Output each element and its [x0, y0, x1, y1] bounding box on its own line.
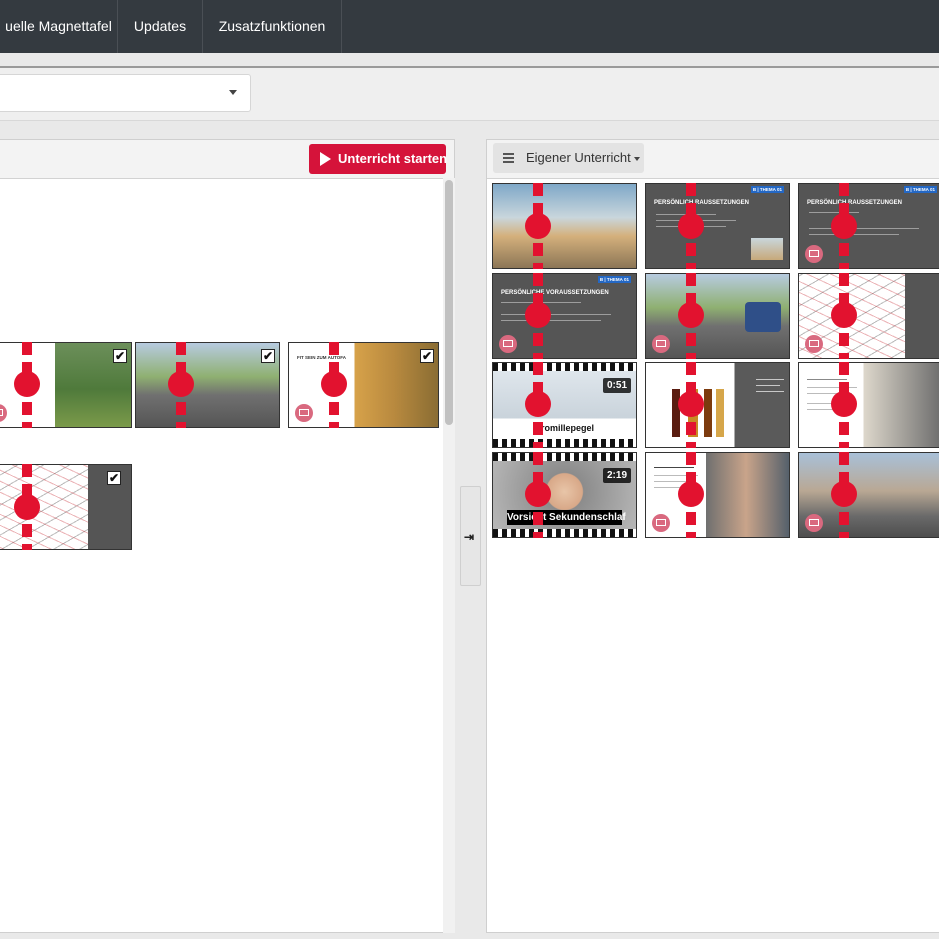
tile-checkbox[interactable]: ✔: [113, 349, 127, 363]
slide-title: PERSÖNLICH RAUSSETZUNGEN: [807, 200, 903, 206]
slide-title: PERSÖNLICHE VORAUSSETZUNGEN: [501, 290, 609, 296]
marker-dot: [678, 213, 704, 239]
slide-text-line: [809, 212, 859, 213]
film-strip: [493, 453, 636, 461]
media-tile[interactable]: [645, 273, 790, 359]
image-icon: [652, 514, 670, 532]
slide-text-line: [501, 314, 611, 315]
marker-dot: [14, 371, 40, 397]
slide-text-line: [807, 387, 857, 388]
video-tile[interactable]: 0:51 Promillepegel: [492, 362, 637, 448]
marker-dot: [168, 371, 194, 397]
nav-item-updates[interactable]: Updates: [118, 0, 203, 53]
start-lesson-label: Unterricht starten: [338, 151, 448, 166]
own-lessons-menu-label: Eigener Unterricht: [526, 150, 631, 165]
slide-text-line: [756, 391, 784, 392]
scrollbar-thumb[interactable]: [445, 180, 453, 425]
start-lesson-button[interactable]: Unterricht starten: [309, 144, 448, 174]
film-strip: [493, 529, 636, 537]
play-icon: [320, 152, 331, 166]
image-icon: [652, 335, 670, 353]
tile-checkbox[interactable]: ✔: [420, 349, 434, 363]
marker-dot: [831, 302, 857, 328]
video-duration: 0:51: [602, 378, 631, 393]
lesson-select[interactable]: [0, 74, 251, 112]
media-tile[interactable]: [645, 362, 790, 448]
media-tile[interactable]: [492, 183, 637, 269]
collapse-icon: ⇥: [464, 530, 475, 544]
top-navigation: uelle Magnettafel Updates Zusatzfunktion…: [0, 0, 939, 53]
marker-dot: [678, 481, 704, 507]
media-tile[interactable]: [645, 452, 790, 538]
image-icon: [805, 245, 823, 263]
video-duration: 2:19: [602, 468, 631, 483]
own-lessons-menu-button[interactable]: Eigener Unterricht: [493, 143, 644, 173]
scrollbar[interactable]: [443, 178, 455, 933]
video-caption: Promillepegel: [507, 422, 622, 435]
media-tile[interactable]: PERSÖNLICHE VORAUSSETZUNGEN B | THEMA 01: [492, 273, 637, 359]
marker-dot: [525, 213, 551, 239]
marker-dot: [678, 302, 704, 328]
slide-side-panel: [905, 274, 939, 358]
media-tile[interactable]: PERSÖNLICH RAUSSETZUNGEN B | THEMA 01: [645, 183, 790, 269]
marker-dot: [831, 213, 857, 239]
media-tile[interactable]: PERSÖNLICH RAUSSETZUNGEN B | THEMA 01: [798, 183, 939, 269]
marker-dot: [678, 391, 704, 417]
video-tile[interactable]: 2:19 Vorsicht Sekundenschlaf: [492, 452, 637, 538]
lesson-tile[interactable]: FIT SEIN ZUM AUTOFA ✔: [288, 342, 439, 428]
tile-image: [799, 363, 939, 447]
nav-item-zusatzfunktionen[interactable]: Zusatzfunktionen: [203, 0, 342, 53]
slide-badge: B | THEMA 01: [903, 186, 937, 193]
media-tile[interactable]: [798, 273, 939, 359]
image-icon: [295, 404, 313, 422]
film-strip: [493, 363, 636, 371]
car-shape: [745, 302, 781, 332]
tile-checkbox[interactable]: ✔: [261, 349, 275, 363]
slide-text-line: [809, 228, 919, 229]
chevron-down-icon: [633, 156, 640, 161]
image-icon: [499, 335, 517, 353]
chevron-down-icon: [229, 90, 237, 95]
collapse-panel-button[interactable]: ⇥: [460, 486, 481, 586]
tile-image: [136, 343, 279, 427]
marker-dot: [14, 494, 40, 520]
slide-badge: B | THEMA 01: [597, 276, 631, 283]
marker-dot: [525, 481, 551, 507]
tile-image: [493, 184, 636, 268]
film-strip: [493, 439, 636, 447]
marker-dot: [525, 391, 551, 417]
hamburger-icon: [503, 153, 514, 163]
tile-checkbox[interactable]: ✔: [107, 471, 121, 485]
marker-dot: [831, 481, 857, 507]
lesson-tile[interactable]: ✔: [135, 342, 280, 428]
toolbar: [0, 68, 939, 121]
slide-text-line: [756, 379, 784, 380]
media-tile[interactable]: [798, 452, 939, 538]
slide-title: PERSÖNLICH RAUSSETZUNGEN: [654, 200, 750, 206]
slide-badge: B | THEMA 01: [750, 186, 784, 193]
marker-dot: [321, 371, 347, 397]
marker-dot: [831, 391, 857, 417]
marker-dot: [525, 302, 551, 328]
slide-text-line: [501, 320, 601, 321]
image-icon: [805, 514, 823, 532]
nav-item-magnettafel[interactable]: uelle Magnettafel: [0, 0, 118, 53]
video-caption: Vorsicht Sekundenschlaf: [507, 510, 626, 525]
image-icon: [805, 335, 823, 353]
slide-thumbnail: [751, 238, 783, 260]
media-tile[interactable]: [798, 362, 939, 448]
slide-text-line: [756, 385, 780, 386]
